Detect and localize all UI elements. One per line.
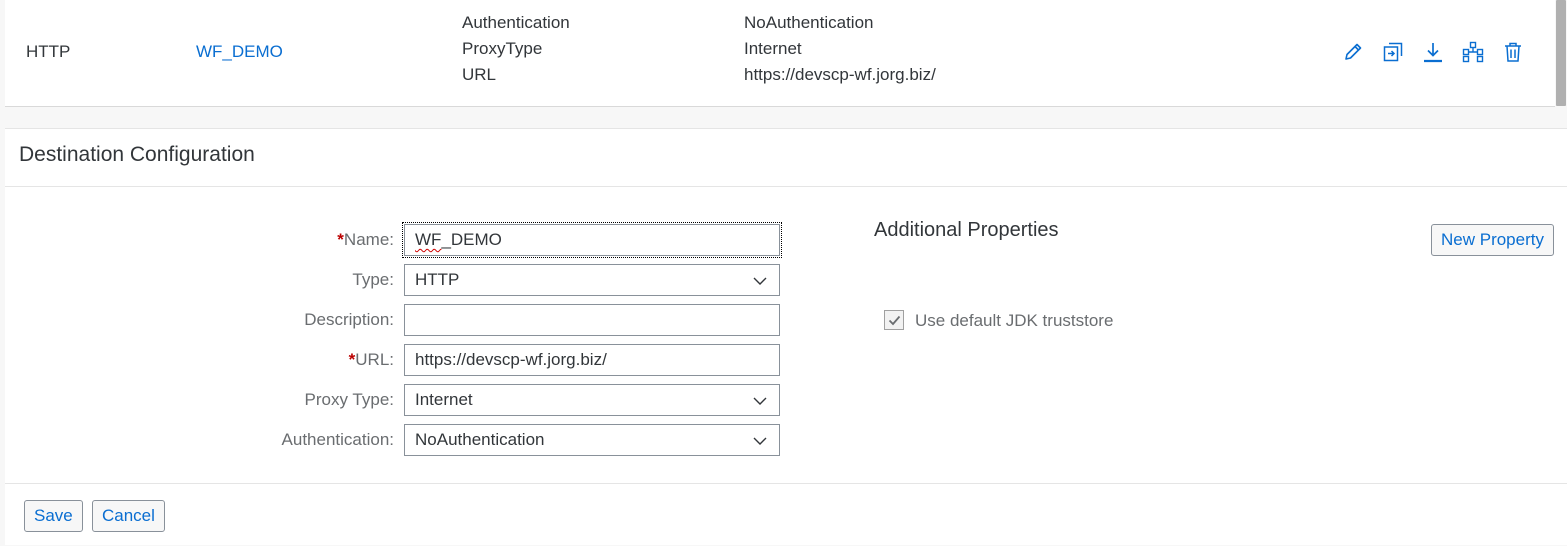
property-key-authentication: Authentication: [462, 13, 570, 32]
type-label: Type:: [352, 270, 394, 289]
additional-properties-title: Additional Properties: [874, 219, 1059, 241]
name-value-rest: _DEMO: [441, 230, 502, 249]
connection-check-icon[interactable]: [1461, 40, 1485, 64]
authentication-label: Authentication:: [281, 430, 394, 449]
panel-footer: Save Cancel: [5, 483, 1567, 546]
name-value-spellcheck: WF: [415, 230, 442, 249]
property-value-authentication: NoAuthentication: [744, 13, 874, 32]
chevron-down-icon: [753, 437, 767, 445]
destination-name-link[interactable]: WF_DEMO: [196, 39, 283, 65]
destination-configuration-panel: Destination Configuration *Name: WF_DEMO…: [5, 128, 1567, 545]
url-field[interactable]: https://devscp-wf.jorg.biz/: [404, 344, 780, 376]
authentication-select[interactable]: NoAuthentication: [404, 424, 780, 456]
destination-type-cell: HTTP: [26, 42, 71, 61]
type-select[interactable]: HTTP: [404, 264, 780, 296]
panel-title: Destination Configuration: [19, 143, 255, 166]
use-default-jdk-truststore-label: Use default JDK truststore: [915, 311, 1114, 330]
type-select-value: HTTP: [415, 270, 460, 289]
destination-list-row[interactable]: HTTP WF_DEMO Authentication ProxyType UR…: [5, 0, 1555, 107]
scrollbar-thumb[interactable]: [1556, 0, 1566, 106]
property-value-proxytype: Internet: [744, 39, 802, 58]
delete-icon[interactable]: [1501, 40, 1525, 64]
new-property-button[interactable]: New Property: [1431, 224, 1554, 256]
edit-icon[interactable]: [1341, 40, 1365, 64]
download-icon[interactable]: [1421, 40, 1445, 64]
use-default-jdk-truststore-checkbox[interactable]: [884, 310, 904, 330]
description-field[interactable]: [404, 304, 780, 336]
property-key-proxytype: ProxyType: [462, 39, 543, 58]
authentication-select-value: NoAuthentication: [415, 430, 545, 449]
clone-icon[interactable]: [1381, 40, 1405, 64]
cancel-button[interactable]: Cancel: [92, 500, 165, 532]
chevron-down-icon: [753, 277, 767, 285]
panel-header: Destination Configuration: [5, 129, 1567, 187]
proxy-type-select[interactable]: Internet: [404, 384, 780, 416]
property-value-url: https://devscp-wf.jorg.biz/: [744, 65, 936, 84]
row-actions: [1341, 40, 1525, 64]
save-button[interactable]: Save: [24, 500, 83, 532]
proxy-type-select-value: Internet: [415, 390, 473, 409]
proxy-type-label: Proxy Type:: [304, 390, 394, 409]
name-label: *Name:: [337, 230, 394, 249]
name-field[interactable]: WF_DEMO: [402, 222, 782, 258]
checkmark-icon: [888, 315, 901, 326]
description-label: Description:: [304, 310, 394, 329]
required-marker: *: [337, 230, 344, 249]
chevron-down-icon: [753, 397, 767, 405]
property-key-url: URL: [462, 65, 497, 84]
url-label: *URL:: [348, 350, 394, 369]
